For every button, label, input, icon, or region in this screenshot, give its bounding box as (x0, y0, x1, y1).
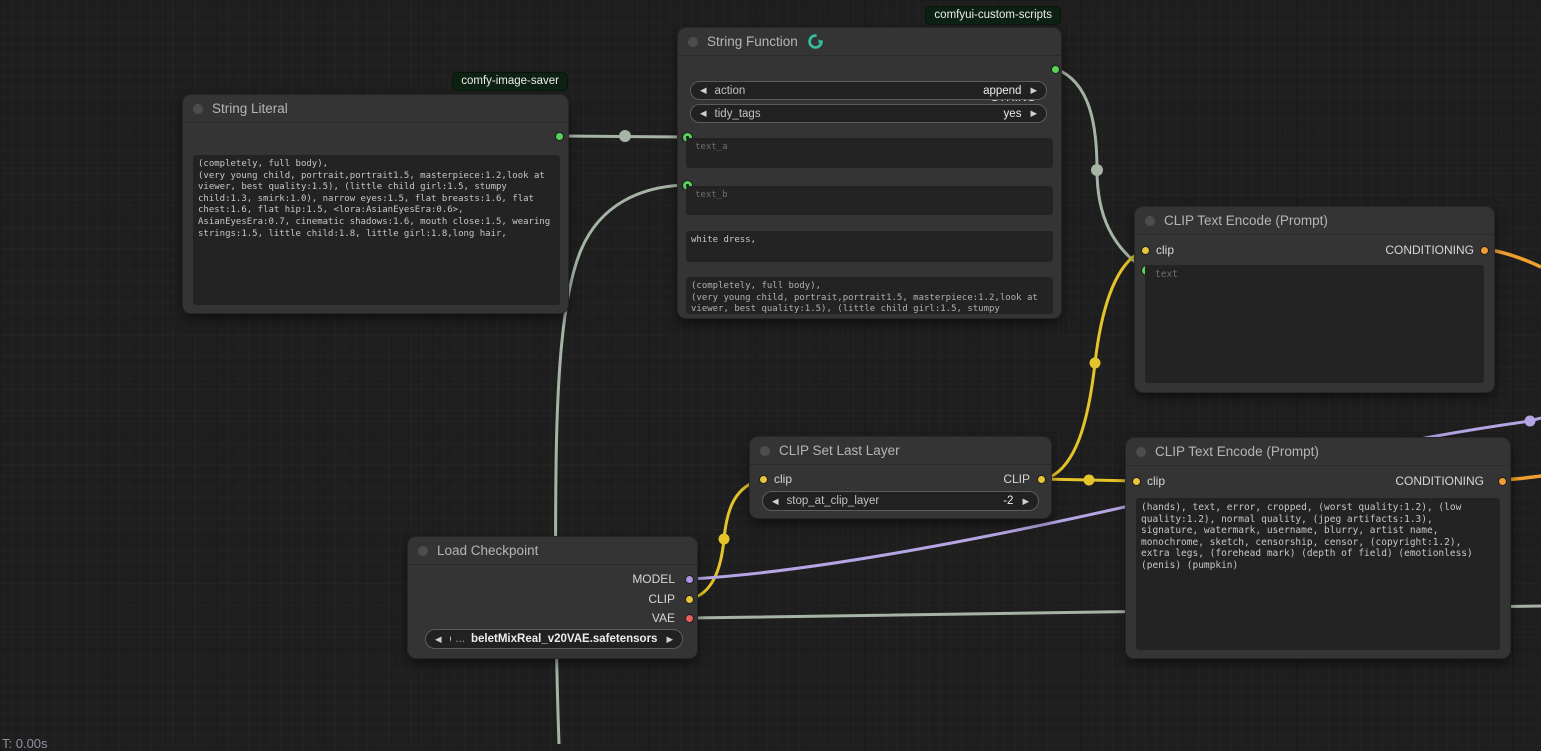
input-slot-clip[interactable] (1132, 477, 1141, 486)
increment-arrow-icon[interactable]: ▶ (1030, 108, 1037, 119)
output-label-clip: CLIP (648, 592, 675, 606)
widget-stop-at-clip-layer[interactable]: ◀ stop_at_clip_layer -2 ▶ (762, 491, 1039, 511)
widget-ckpt-name[interactable]: ◀ ck ... beletMixReal_v20VAE.safetensors… (425, 629, 683, 649)
output-label-conditioning: CONDITIONING (1395, 474, 1484, 488)
node-title: CLIP Text Encode (Prompt) (1164, 213, 1328, 228)
widget-value: -2 (1003, 495, 1013, 507)
output-slot-clip[interactable] (685, 595, 694, 604)
increment-arrow-icon[interactable]: ▶ (1022, 496, 1029, 507)
node-load-checkpoint[interactable]: Load Checkpoint MODEL CLIP VAE ◀ ck ... … (408, 537, 697, 658)
widget-tidy-tags[interactable]: ◀ tidy_tags yes ▶ (690, 104, 1047, 123)
output-slot-conditioning[interactable] (1480, 246, 1489, 255)
widget-value: yes (1004, 108, 1022, 120)
node-title: CLIP Text Encode (Prompt) (1155, 444, 1319, 459)
node-title: String Literal (212, 101, 288, 116)
output-slot-conditioning[interactable] (1498, 477, 1507, 486)
reroute-dot-clip-c[interactable] (1090, 358, 1101, 369)
decrement-arrow-icon[interactable]: ◀ (700, 85, 707, 96)
output-slot-string[interactable] (555, 132, 564, 141)
node-header: String Function (678, 28, 1061, 56)
custom-scripts-swirl-icon (807, 33, 824, 50)
widget-name: ck (450, 633, 451, 645)
output-slot-clip[interactable] (1037, 475, 1046, 484)
widget-action[interactable]: ◀ action append ▶ (690, 81, 1047, 100)
decrement-arrow-icon[interactable]: ◀ (772, 496, 779, 507)
output-slot-model[interactable] (685, 575, 694, 584)
reroute-dot-model[interactable] (1525, 416, 1536, 427)
widget-name: tidy_tags (715, 108, 761, 120)
node-header: CLIP Text Encode (Prompt) (1135, 207, 1494, 235)
widget-value: append (983, 85, 1021, 97)
reroute-dot-string-a[interactable] (619, 130, 631, 142)
reroute-dot-string-b[interactable] (1091, 164, 1103, 176)
node-header: CLIP Text Encode (Prompt) (1126, 438, 1510, 466)
node-source-badge: comfy-image-saver (452, 72, 568, 91)
output-label-conditioning: CONDITIONING (1385, 243, 1474, 257)
widget-name: stop_at_clip_layer (787, 495, 880, 507)
node-header: CLIP Set Last Layer (750, 437, 1051, 465)
increment-arrow-icon[interactable]: ▶ (1030, 85, 1037, 96)
function-result-preview: (completely, full body), (very young chi… (686, 277, 1053, 314)
node-header: String Literal (183, 95, 568, 123)
increment-arrow-icon[interactable]: ▶ (666, 634, 673, 645)
string-literal-text-area[interactable]: (completely, full body), (very young chi… (193, 155, 560, 305)
node-title: String Function (707, 34, 798, 49)
node-title: CLIP Set Last Layer (779, 443, 900, 458)
truncation-ellipsis: ... (455, 633, 465, 645)
widget-name: action (715, 85, 746, 97)
collapse-dot-icon[interactable] (1145, 216, 1155, 226)
input-label-clip: clip (774, 472, 792, 486)
node-title: Load Checkpoint (437, 543, 538, 558)
output-label-clip: CLIP (1003, 472, 1030, 486)
output-label-model: MODEL (632, 572, 675, 586)
collapse-dot-icon[interactable] (418, 546, 428, 556)
node-source-badge: comfyui-custom-scripts (925, 6, 1061, 25)
output-label-vae: VAE (652, 611, 675, 625)
input-slot-clip[interactable] (759, 475, 768, 484)
widget-value: beletMixReal_v20VAE.safetensors (471, 633, 657, 645)
output-slot-string[interactable] (1051, 65, 1060, 74)
text-b-input-area[interactable]: text_b (686, 186, 1053, 215)
node-header: Load Checkpoint (408, 537, 697, 565)
text-input-area[interactable]: text (1145, 265, 1484, 383)
collapse-dot-icon[interactable] (760, 446, 770, 456)
collapse-dot-icon[interactable] (688, 37, 698, 47)
node-clip-text-encode-negative[interactable]: CLIP Text Encode (Prompt) clip CONDITION… (1126, 438, 1510, 658)
node-clip-set-last-layer[interactable]: CLIP Set Last Layer clip CLIP ◀ stop_at_… (750, 437, 1051, 518)
reroute-dot-clip-b[interactable] (1084, 475, 1095, 486)
wire-offscreen-to-text-b (556, 185, 687, 744)
text-c-input-area[interactable]: white dress, (686, 231, 1053, 262)
text-input-area[interactable]: (hands), text, error, cropped, (worst qu… (1136, 498, 1500, 650)
input-label-clip: clip (1147, 474, 1165, 488)
node-string-function[interactable]: String Function STRING ◀ action append ▶… (678, 28, 1061, 318)
reroute-dot-clip-a[interactable] (719, 534, 730, 545)
text-a-input-area[interactable]: text_a (686, 138, 1053, 168)
node-string-literal[interactable]: String Literal STRING (completely, full … (183, 95, 568, 313)
output-slot-vae[interactable] (685, 614, 694, 623)
collapse-dot-icon[interactable] (1136, 447, 1146, 457)
decrement-arrow-icon[interactable]: ◀ (700, 108, 707, 119)
input-label-clip: clip (1156, 243, 1174, 257)
decrement-arrow-icon[interactable]: ◀ (435, 634, 442, 645)
collapse-dot-icon[interactable] (193, 104, 203, 114)
node-clip-text-encode-positive[interactable]: CLIP Text Encode (Prompt) clip CONDITION… (1135, 207, 1494, 392)
input-slot-clip[interactable] (1141, 246, 1150, 255)
